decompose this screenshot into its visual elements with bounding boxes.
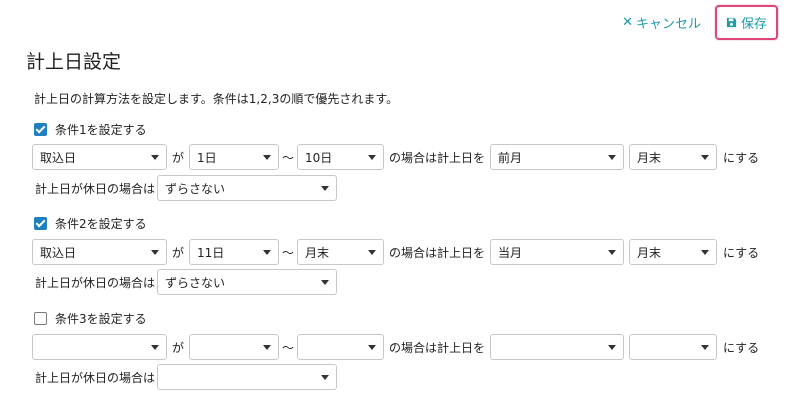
page-title: 計上日設定 — [26, 51, 122, 73]
save-label: 保存 — [740, 16, 767, 32]
save-button[interactable]: 保存 — [714, 4, 778, 40]
toolbar: ✕ キャンセル 保存 — [622, 4, 778, 40]
cancel-label: キャンセル — [635, 16, 701, 32]
condition-1-shift-value: ずらさない — [165, 181, 226, 196]
condition-2-holiday-row: 計上日が休日の場合は ずらさない — [32, 268, 338, 296]
condition-1-to-value: 10日 — [305, 150, 333, 165]
suru-label: にする — [723, 245, 760, 260]
ga-label: が — [172, 150, 185, 165]
ga-label: が — [172, 245, 185, 260]
case-label: の場合は計上日を — [389, 245, 486, 260]
condition-3-day-select[interactable] — [629, 334, 718, 360]
chevron-down-icon — [701, 345, 710, 350]
tilde-label: 〜 — [282, 245, 295, 260]
condition-3-to-select[interactable] — [297, 334, 385, 360]
chevron-down-icon — [701, 155, 710, 160]
condition-1-base-select[interactable]: 取込日 — [32, 144, 167, 170]
case-label: の場合は計上日を — [389, 340, 486, 355]
suru-label: にする — [723, 150, 760, 165]
chevron-down-icon — [368, 345, 377, 350]
chevron-down-icon — [608, 155, 617, 160]
condition-1-day-value: 月末 — [637, 150, 662, 165]
condition-1-checkbox[interactable] — [34, 123, 47, 136]
suru-label: にする — [723, 340, 760, 355]
tilde-label: 〜 — [282, 340, 295, 355]
condition-3-base-select[interactable] — [32, 334, 167, 360]
condition-1-day-select[interactable]: 月末 — [629, 144, 718, 170]
chevron-down-icon — [151, 250, 159, 255]
cancel-button[interactable]: ✕ キャンセル — [622, 13, 701, 32]
condition-1-toggle[interactable]: 条件1を設定する — [34, 121, 147, 138]
condition-1-label: 条件1を設定する — [55, 123, 147, 137]
condition-2-from-select[interactable]: 11日 — [189, 239, 280, 265]
holiday-label: 計上日が休日の場合は — [35, 275, 156, 290]
holiday-label: 計上日が休日の場合は — [35, 181, 156, 196]
floppy-disk-icon — [726, 17, 737, 27]
condition-2-day-select[interactable]: 月末 — [629, 239, 718, 265]
condition-1-shift-select[interactable]: ずらさない — [157, 175, 338, 201]
condition-3-rule-row: が 〜 の場合は計上日を にする — [32, 333, 759, 361]
condition-2-to-select[interactable]: 月末 — [297, 239, 385, 265]
condition-2-to-value: 月末 — [305, 245, 330, 260]
chevron-down-icon — [608, 250, 617, 255]
holiday-label: 計上日が休日の場合は — [35, 370, 156, 385]
condition-1-from-select[interactable]: 1日 — [189, 144, 280, 170]
condition-2-month-select[interactable]: 当月 — [490, 239, 625, 265]
chevron-down-icon — [263, 155, 272, 160]
ga-label: が — [172, 340, 185, 355]
condition-2-base-select[interactable]: 取込日 — [32, 239, 167, 265]
chevron-down-icon — [151, 155, 159, 160]
condition-3-toggle[interactable]: 条件3を設定する — [34, 310, 147, 327]
chevron-down-icon — [321, 280, 330, 285]
chevron-down-icon — [368, 155, 377, 160]
chevron-down-icon — [321, 186, 330, 191]
case-label: の場合は計上日を — [389, 150, 486, 165]
chevron-down-icon — [151, 345, 159, 350]
condition-2-label: 条件2を設定する — [55, 217, 147, 231]
condition-1-base-value: 取込日 — [40, 150, 77, 165]
chevron-down-icon — [368, 250, 377, 255]
close-icon: ✕ — [622, 14, 633, 30]
condition-3-checkbox[interactable] — [34, 312, 47, 325]
condition-2-month-value: 当月 — [498, 245, 523, 260]
condition-2-from-value: 11日 — [197, 245, 225, 260]
condition-2-checkbox[interactable] — [34, 217, 47, 230]
chevron-down-icon — [321, 375, 330, 380]
condition-3-holiday-row: 計上日が休日の場合は — [32, 363, 338, 391]
condition-1-to-select[interactable]: 10日 — [297, 144, 385, 170]
condition-2-rule-row: 取込日 が 11日 〜 月末 の場合は計上日を 当月 月末 にする — [32, 238, 759, 266]
condition-3-label: 条件3を設定する — [55, 312, 147, 326]
condition-1-rule-row: 取込日 が 1日 〜 10日 の場合は計上日を 前月 月末 にする — [32, 143, 759, 171]
condition-1-month-value: 前月 — [498, 150, 523, 165]
condition-1-month-select[interactable]: 前月 — [490, 144, 625, 170]
condition-3-shift-select[interactable] — [157, 364, 338, 390]
chevron-down-icon — [263, 250, 272, 255]
tilde-label: 〜 — [282, 150, 295, 165]
condition-1-holiday-row: 計上日が休日の場合は ずらさない — [32, 174, 338, 202]
condition-3-from-select[interactable] — [189, 334, 280, 360]
condition-2-shift-select[interactable]: ずらさない — [157, 269, 338, 295]
chevron-down-icon — [608, 345, 617, 350]
condition-2-shift-value: ずらさない — [165, 275, 226, 290]
description: 計上日の計算方法を設定します。条件は1,2,3の順で優先されます。 — [34, 92, 399, 106]
chevron-down-icon — [263, 345, 272, 350]
condition-1-from-value: 1日 — [197, 150, 217, 165]
condition-3-month-select[interactable] — [490, 334, 625, 360]
condition-2-toggle[interactable]: 条件2を設定する — [34, 215, 147, 232]
condition-2-base-value: 取込日 — [40, 245, 77, 260]
chevron-down-icon — [701, 250, 710, 255]
condition-2-day-value: 月末 — [637, 245, 662, 260]
